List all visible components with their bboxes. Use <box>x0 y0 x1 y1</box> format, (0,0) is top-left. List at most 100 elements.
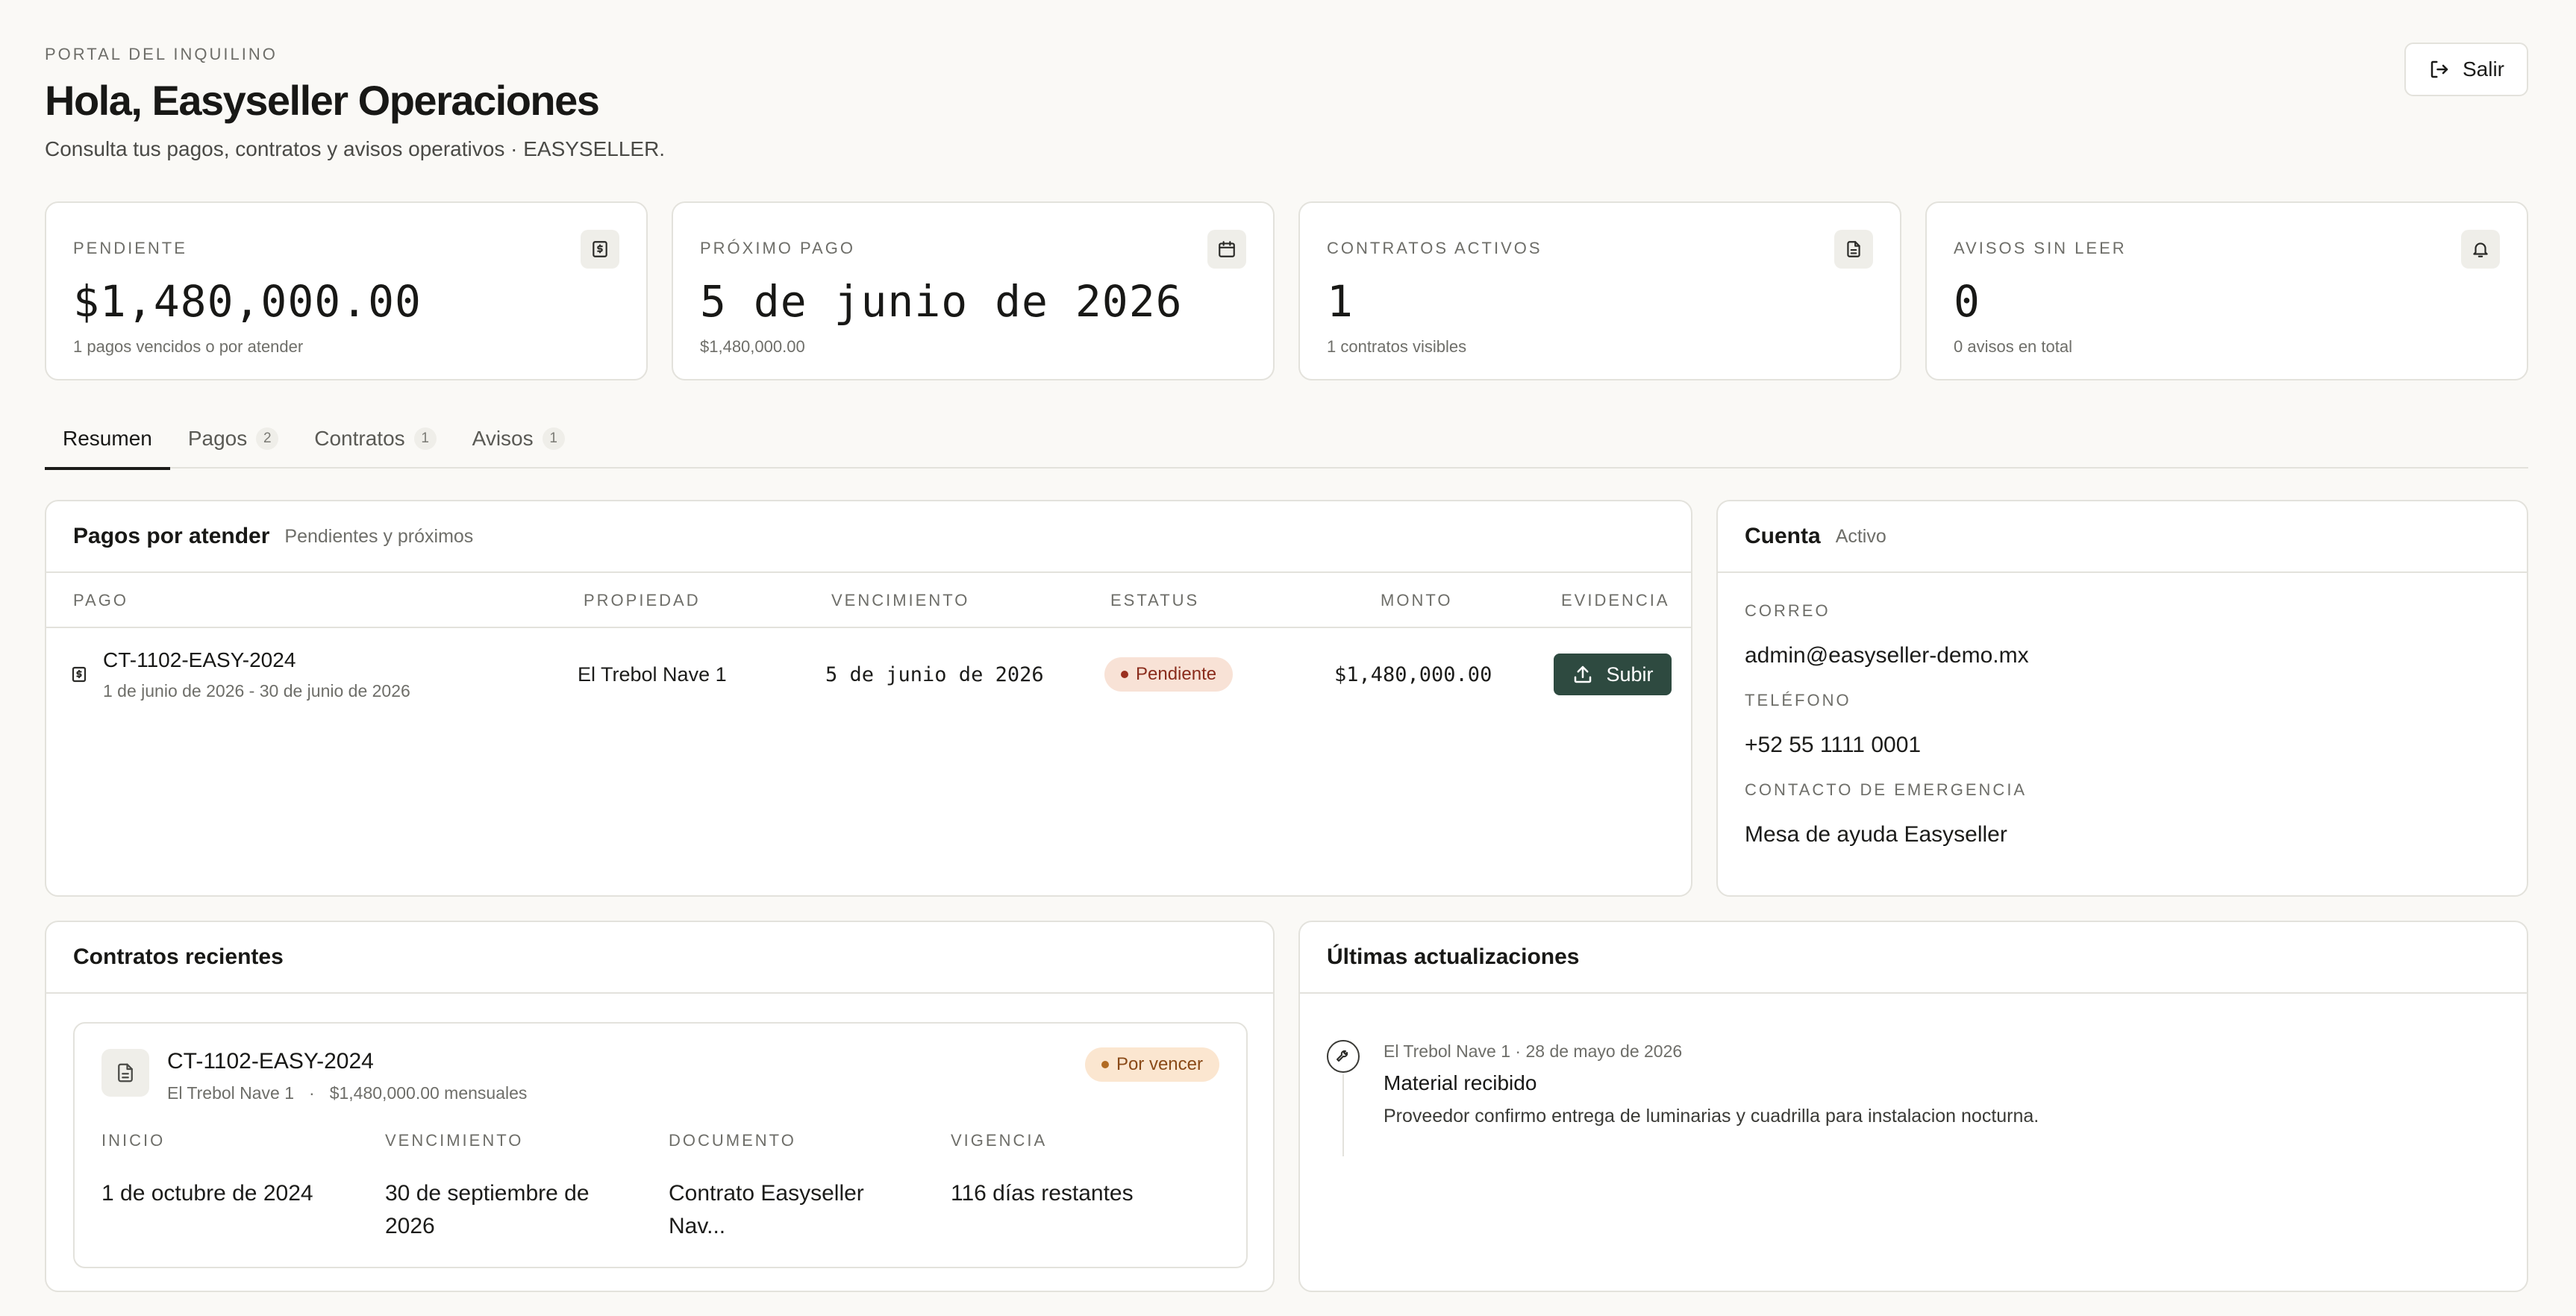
contract-card[interactable]: CT-1102-EASY-2024 El Trebol Nave 1 · $1,… <box>73 1022 1248 1268</box>
tab-resumen[interactable]: Resumen <box>45 409 170 470</box>
account-details: CORREO admin@easyseller-demo.mx TELÉFONO… <box>1718 601 2527 847</box>
payments-subtitle: Pendientes y próximos <box>284 525 474 547</box>
page-subtitle: Consulta tus pagos, contratos y avisos o… <box>45 137 666 160</box>
updates-panel: Últimas actualizaciones El Trebol Nave 1… <box>1298 921 2528 1292</box>
contracts-panel-header: Contratos recientes <box>46 922 1273 994</box>
portal-eyebrow: PORTAL DEL INQUILINO <box>45 45 278 63</box>
contract-start-label: INICIO <box>101 1131 166 1150</box>
payments-table-header: PAGO PROPIEDAD VENCIMIENTO ESTATUS MONTO… <box>46 573 1691 628</box>
column-header-monto: MONTO <box>1381 591 1453 610</box>
contracts-title: Contratos recientes <box>73 944 284 969</box>
status-badge-label: Pendiente <box>1136 664 1217 684</box>
email-value: admin@easyseller-demo.mx <box>1745 643 2029 668</box>
dollar-doc-icon <box>72 666 87 683</box>
tab-count-badge: 1 <box>542 427 565 450</box>
stat-label: PRÓXIMO PAGO <box>700 239 855 257</box>
tab-label: Avisos <box>472 427 534 450</box>
document-icon <box>1834 230 1873 269</box>
stat-label: CONTRATOS ACTIVOS <box>1327 239 1542 257</box>
payments-panel-header: Pagos por atender Pendientes y próximos <box>46 501 1691 573</box>
payments-panel: Pagos por atender Pendientes y próximos … <box>45 500 1692 897</box>
timeline-line <box>1342 1074 1344 1156</box>
account-status: Activo <box>1835 525 1886 547</box>
contracts-panel: Contratos recientes CT-1102-EASY-2024 El… <box>45 921 1275 1292</box>
contract-document-field: DOCUMENTO Contrato Easyseller Nav... <box>669 1131 922 1243</box>
update-title: Material recibido <box>1384 1071 1537 1094</box>
contract-term-label: VIGENCIA <box>951 1131 1048 1150</box>
contract-term-value: 116 días restantes <box>951 1181 1134 1206</box>
upload-evidence-button[interactable]: Subir <box>1554 654 1672 695</box>
logout-button[interactable]: Salir <box>2404 43 2528 96</box>
contract-start-field: INICIO 1 de octubre de 2024 <box>101 1131 355 1210</box>
stat-sub: 1 contratos visibles <box>1327 337 1467 356</box>
payment-cell: CT-1102-EASY-2024 1 de junio de 2026 - 3… <box>103 628 410 721</box>
update-body: Proveedor confirmo entrega de luminarias… <box>1384 1106 2039 1127</box>
account-panel: Cuenta Activo CORREO admin@easyseller-de… <box>1716 500 2528 897</box>
tab-label: Pagos <box>187 427 248 450</box>
contract-end-label: VENCIMIENTO <box>385 1131 524 1150</box>
contract-meta: El Trebol Nave 1 · $1,480,000.00 mensual… <box>167 1083 527 1103</box>
contract-status-cell: Por vencer <box>1084 1047 1219 1082</box>
contract-code: CT-1102-EASY-2024 <box>167 1049 374 1074</box>
logout-label: Salir <box>2462 57 2504 81</box>
bell-icon <box>2461 230 2500 269</box>
stat-card-contratos-activos: CONTRATOS ACTIVOS 1 1 contratos visibles <box>1298 201 1901 380</box>
tab-contratos[interactable]: Contratos 1 <box>296 409 454 469</box>
tab-label: Resumen <box>63 427 152 450</box>
contract-property: El Trebol Nave 1 <box>167 1083 295 1103</box>
stat-value: 0 <box>1954 276 1981 327</box>
updates-title: Últimas actualizaciones <box>1327 944 1580 969</box>
contract-meta-separator: · <box>309 1083 315 1103</box>
column-header-estatus: ESTATUS <box>1110 591 1200 610</box>
update-meta: El Trebol Nave 1 · 28 de mayo de 2026 <box>1384 1041 1683 1061</box>
emergency-contact-label: CONTACTO DE EMERGENCIA <box>1745 780 2028 799</box>
stat-label: AVISOS SIN LEER <box>1954 239 2127 257</box>
stat-card-pendiente: PENDIENTE $1,480,000.00 1 pagos vencidos… <box>45 201 648 380</box>
page-title: Hola, Easyseller Operaciones <box>45 77 600 124</box>
tab-count-badge: 1 <box>413 427 437 450</box>
upload-label: Subir <box>1606 662 1654 686</box>
contract-term-field: VIGENCIA 116 días restantes <box>951 1131 1204 1210</box>
stat-value: $1,480,000.00 <box>73 276 422 327</box>
status-badge: Por vencer <box>1084 1047 1219 1082</box>
stat-sub: 1 pagos vencidos o por atender <box>73 337 304 356</box>
updates-panel-header: Últimas actualizaciones <box>1300 922 2527 994</box>
stat-sub: 0 avisos en total <box>1954 337 2072 356</box>
tab-pagos[interactable]: Pagos 2 <box>170 409 296 469</box>
account-panel-header: Cuenta Activo <box>1718 501 2527 573</box>
status-dot <box>1121 671 1128 678</box>
stat-card-proximo-pago: PRÓXIMO PAGO 5 de junio de 2026 $1,480,0… <box>672 201 1275 380</box>
tab-count-badge: 2 <box>256 427 279 450</box>
tab-bar: Resumen Pagos 2 Contratos 1 Avisos 1 <box>45 409 2528 470</box>
tab-avisos[interactable]: Avisos 1 <box>454 409 583 469</box>
stat-value: 5 de junio de 2026 <box>700 276 1183 327</box>
phone-label: TELÉFONO <box>1745 691 1851 709</box>
payment-range: 1 de junio de 2026 - 30 de junio de 2026 <box>103 680 410 701</box>
email-label: CORREO <box>1745 601 1831 620</box>
wrench-icon <box>1327 1040 1360 1073</box>
column-header-evidencia: EVIDENCIA <box>1561 591 1670 610</box>
status-badge-label: Por vencer <box>1116 1054 1203 1074</box>
calendar-icon <box>1207 230 1246 269</box>
column-header-vencimiento: VENCIMIENTO <box>831 591 970 610</box>
contract-document-link[interactable]: Contrato Easyseller Nav... <box>669 1177 922 1243</box>
contract-end-value: 30 de septiembre de 2026 <box>385 1181 590 1238</box>
contract-end-field: VENCIMIENTO 30 de septiembre de 2026 <box>385 1131 639 1243</box>
stat-card-avisos-sin-leer: AVISOS SIN LEER 0 0 avisos en total <box>1925 201 2528 380</box>
phone-value: +52 55 1111 0001 <box>1745 733 1922 757</box>
contract-rent: $1,480,000.00 mensuales <box>329 1083 528 1103</box>
contract-document-label: DOCUMENTO <box>669 1131 796 1150</box>
payment-row-icon-cell <box>70 628 88 721</box>
logout-icon <box>2430 60 2448 78</box>
status-badge: Pendiente <box>1104 657 1234 692</box>
document-icon <box>101 1049 149 1097</box>
payment-status-cell: Pendiente <box>1104 628 1234 721</box>
payment-due-date: 5 de junio de 2026 <box>825 662 1044 686</box>
emergency-contact-value: Mesa de ayuda Easyseller <box>1745 822 2007 847</box>
payment-evidence-cell: Subir <box>1554 628 1672 721</box>
payment-code: CT-1102-EASY-2024 <box>103 648 296 671</box>
account-title: Cuenta <box>1745 524 1821 548</box>
contract-start-value: 1 de octubre de 2024 <box>101 1181 313 1206</box>
payments-title: Pagos por atender <box>73 524 270 548</box>
upload-icon <box>1575 665 1592 683</box>
